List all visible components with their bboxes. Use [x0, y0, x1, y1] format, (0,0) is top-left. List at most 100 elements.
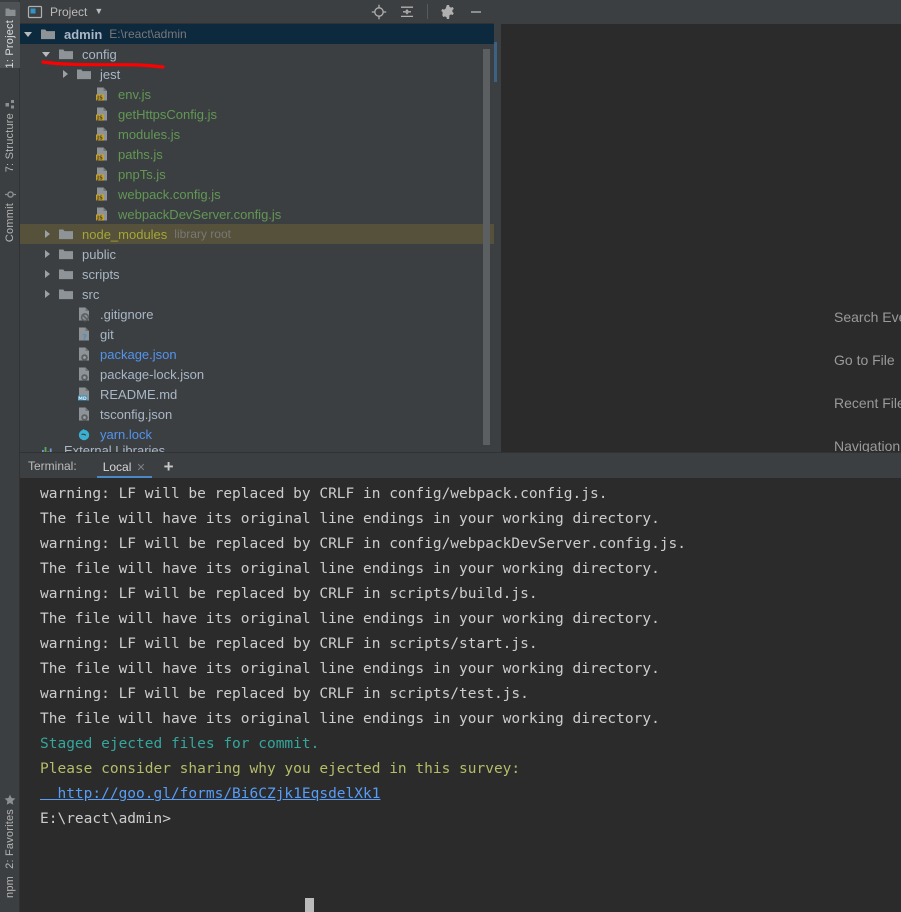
folder-module-icon: [40, 26, 60, 42]
tree-row[interactable]: JS modules.js: [20, 124, 494, 144]
tree-row[interactable]: JS getHttpsConfig.js: [20, 104, 494, 124]
structure-icon: [5, 99, 16, 113]
chevron-right-icon[interactable]: [60, 69, 71, 80]
terminal-line-text: The file will have its original line end…: [40, 561, 660, 577]
svg-text:JS: JS: [96, 95, 103, 101]
chevron-down-icon[interactable]: [24, 29, 35, 40]
editor-left-gutter: [494, 24, 501, 452]
js-file-icon: JS: [94, 86, 114, 102]
tree-row-label: yarn.lock: [100, 426, 153, 442]
collapse-all-icon[interactable]: [399, 4, 415, 20]
project-window-icon: [27, 4, 43, 20]
gear-icon[interactable]: [440, 4, 456, 20]
tree-row[interactable]: External Libraries: [20, 444, 494, 452]
chevron-down-icon[interactable]: [42, 49, 53, 60]
tree-row[interactable]: jest: [20, 64, 494, 84]
svg-text:?: ?: [82, 333, 87, 342]
tree-row[interactable]: admin E:\react\admin: [20, 24, 494, 44]
terminal-line-text: The file will have its original line end…: [40, 661, 660, 677]
minimize-icon[interactable]: [468, 4, 484, 20]
sidebar-tab-commit[interactable]: Commit: [0, 185, 20, 242]
sidebar-tab-structure-label: 7: Structure: [4, 113, 16, 173]
tree-row-label: tsconfig.json: [100, 406, 173, 422]
terminal-line: warning: LF will be replaced by CRLF in …: [26, 582, 901, 607]
sidebar-tab-project[interactable]: 1: Project: [0, 2, 20, 69]
tree-row-label: config: [82, 46, 117, 62]
chevron-down-icon[interactable]: ▼: [94, 7, 103, 16]
tree-scrollbar-thumb[interactable]: [483, 49, 490, 445]
tree-row[interactable]: node_modules library root: [20, 224, 494, 244]
json-file-icon: [76, 406, 96, 422]
terminal-line: warning: LF will be replaced by CRLF in …: [26, 482, 901, 507]
svg-text:JS: JS: [96, 155, 103, 161]
sidebar-tab-npm[interactable]: npm: [0, 876, 20, 898]
svg-text:JS: JS: [96, 115, 103, 121]
tree-row-label: env.js: [118, 86, 151, 102]
chevron-right-icon[interactable]: [42, 269, 53, 280]
terminal-output[interactable]: warning: LF will be replaced by CRLF in …: [20, 478, 901, 912]
tree-row[interactable]: public: [20, 244, 494, 264]
terminal-line-text: E:\react\admin>: [40, 811, 171, 827]
terminal-tab-local[interactable]: Local ✕: [95, 460, 154, 478]
folder-icon: [58, 226, 78, 242]
tree-row[interactable]: scripts: [20, 264, 494, 284]
tree-row[interactable]: MD README.md: [20, 384, 494, 404]
chevron-right-icon[interactable]: [42, 249, 53, 260]
ide-window: 1: Project 7: Structure Commit 2: Favori…: [0, 0, 901, 912]
terminal-line: warning: LF will be replaced by CRLF in …: [26, 682, 901, 707]
js-file-icon: JS: [94, 186, 114, 202]
chevron-right-icon[interactable]: [42, 229, 53, 240]
sidebar-tab-structure[interactable]: 7: Structure: [0, 95, 20, 172]
tree-row-label: scripts: [82, 266, 120, 282]
js-file-icon: JS: [94, 146, 114, 162]
terminal-link[interactable]: http://goo.gl/forms/Bi6CZjk1EqsdelXk1: [40, 786, 380, 802]
terminal-line-text: warning: LF will be replaced by CRLF in …: [40, 586, 538, 602]
terminal-line-text: warning: LF will be replaced by CRLF in …: [40, 636, 538, 652]
terminal-line: The file will have its original line end…: [26, 507, 901, 532]
sidebar-tab-favorites[interactable]: 2: Favorites: [0, 790, 20, 869]
tip-recent-files: Recent Files: [834, 395, 901, 411]
tree-row[interactable]: src: [20, 284, 494, 304]
locate-target-icon[interactable]: [371, 4, 387, 20]
tree-row[interactable]: ? git: [20, 324, 494, 344]
tree-row-label: pnpTs.js: [118, 166, 166, 182]
project-tool-window: Project ▼ admin E:\react\admin config je…: [20, 0, 494, 452]
tree-row[interactable]: .gitignore: [20, 304, 494, 324]
tree-row-label: webpack.config.js: [118, 186, 221, 202]
star-icon: [4, 794, 16, 809]
tree-row[interactable]: JS pnpTs.js: [20, 164, 494, 184]
plus-icon[interactable]: +: [154, 458, 182, 478]
tree-row[interactable]: JS paths.js: [20, 144, 494, 164]
tree-row-label: package.json: [100, 346, 177, 362]
project-file-tree[interactable]: admin E:\react\admin config jest JS env.js JS g…: [20, 24, 494, 452]
close-icon[interactable]: ✕: [136, 461, 145, 474]
tree-row[interactable]: package.json: [20, 344, 494, 364]
tree-row[interactable]: tsconfig.json: [20, 404, 494, 424]
chevron-right-icon[interactable]: [42, 289, 53, 300]
sidebar-tab-commit-label: Commit: [4, 203, 16, 243]
tree-row[interactable]: JS webpackDevServer.config.js: [20, 204, 494, 224]
left-tool-strip: 1: Project 7: Structure Commit 2: Favori…: [0, 0, 20, 912]
tree-row[interactable]: package-lock.json: [20, 364, 494, 384]
folder-icon: [58, 266, 78, 282]
tree-row-label: README.md: [100, 386, 178, 402]
folder-icon: [58, 246, 78, 262]
tree-row[interactable]: config: [20, 44, 494, 64]
tree-row-label: node_modules: [82, 226, 168, 242]
terminal-line-text: warning: LF will be replaced by CRLF in …: [40, 486, 608, 502]
tree-row[interactable]: yarn.lock: [20, 424, 494, 444]
tree-row-sublabel: E:\react\admin: [109, 27, 187, 41]
terminal-line-text: The file will have its original line end…: [40, 511, 660, 527]
tree-row[interactable]: JS webpack.config.js: [20, 184, 494, 204]
tree-row[interactable]: JS env.js: [20, 84, 494, 104]
toolbar-divider: [427, 4, 428, 19]
tip-go-to-file: Go to File: [834, 352, 895, 368]
